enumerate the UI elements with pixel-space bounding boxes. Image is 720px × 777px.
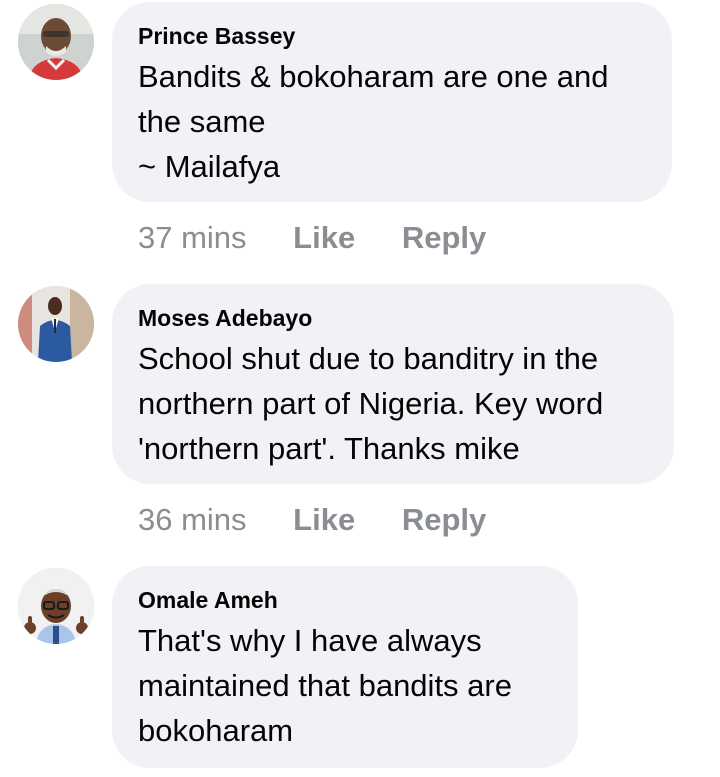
profile-photo-icon [18,286,94,362]
comment-actions: 37 mins Like Reply [138,220,524,256]
comment-bubble: Moses Adebayo School shut due to banditr… [112,284,674,484]
avatar[interactable] [18,568,94,644]
comment-text: School shut due to banditry in the north… [138,341,604,466]
comment-author[interactable]: Moses Adebayo [138,304,648,332]
avatar[interactable] [18,286,94,362]
profile-photo-icon [18,4,94,80]
comment-bubble: Prince Bassey Bandits & bokoharam are on… [112,2,672,202]
comment-text: Bandits & bokoharam are one and the same… [138,59,609,184]
comment-actions: 36 mins Like Reply [138,502,524,538]
comment-timestamp[interactable]: 36 mins [138,502,247,537]
comment-bubble: Omale Ameh That's why I have always main… [112,566,578,768]
reply-button[interactable]: Reply [402,502,486,537]
comment-timestamp[interactable]: 37 mins [138,220,247,255]
comment-author[interactable]: Prince Bassey [138,22,646,50]
comment-author[interactable]: Omale Ameh [138,586,552,614]
like-button[interactable]: Like [293,502,355,537]
like-button[interactable]: Like [293,220,355,255]
avatar[interactable] [18,4,94,80]
cartoon-avatar-icon [18,568,94,644]
reply-button[interactable]: Reply [402,220,486,255]
comment-text: That's why I have always maintained that… [138,623,512,748]
